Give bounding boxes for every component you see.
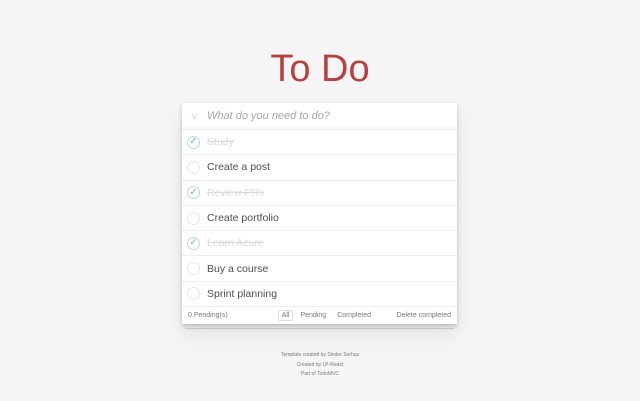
todo-label[interactable]: Sprint planning xyxy=(207,288,277,300)
checkmark-icon: ✓ xyxy=(189,136,198,148)
info-footer: Template created by Sindre Sorhus Create… xyxy=(0,351,640,380)
todo-label[interactable]: Create portfolio xyxy=(207,212,279,224)
todo-item: ✓ Create a post xyxy=(182,155,457,181)
chevron-down-icon[interactable]: ∨ xyxy=(177,111,212,122)
todo-list: ✓ Study ✓ Create a post ✓ Review PRs ✓ C… xyxy=(182,130,457,308)
todo-label[interactable]: Learn Azure xyxy=(207,237,264,249)
todo-label[interactable]: Review PRs xyxy=(207,187,264,199)
filter-pending[interactable]: Pending xyxy=(296,310,330,321)
todo-footer: 0 Pending(s) All Pending Completed Delet… xyxy=(182,307,457,324)
info-part-of: Part of TodoMVC xyxy=(301,371,339,377)
todo-item: ✓ Create portfolio xyxy=(182,206,457,232)
todo-checkbox[interactable]: ✓ xyxy=(187,186,200,200)
new-todo-input[interactable] xyxy=(207,110,457,122)
todo-item: ✓ Review PRs xyxy=(182,181,457,206)
info-template-credit: Template created by Sindre Sorhus xyxy=(280,352,360,358)
todo-checkbox[interactable]: ✓ xyxy=(187,236,200,250)
checkmark-icon: ✓ xyxy=(189,186,198,198)
todo-label[interactable]: Buy a course xyxy=(207,263,268,275)
todo-header: ∨ xyxy=(182,103,457,130)
todo-item: ✓ Study xyxy=(182,130,457,156)
todo-item: ✓ Buy a course xyxy=(182,256,457,282)
app-title: To Do xyxy=(270,48,370,90)
pending-count: 0 Pending(s) xyxy=(188,312,228,320)
todo-app: ∨ ✓ Study ✓ Create a post ✓ Review PRs ✓… xyxy=(182,103,457,329)
todo-checkbox[interactable]: ✓ xyxy=(187,135,200,149)
todo-label[interactable]: Create a post xyxy=(207,161,270,173)
info-created-by: Created by LP-React xyxy=(296,361,344,368)
todo-item: ✓ Learn Azure xyxy=(182,231,457,257)
todo-checkbox[interactable]: ✓ xyxy=(187,160,200,174)
delete-completed-button[interactable]: Delete completed xyxy=(397,312,451,319)
todo-label[interactable]: Study xyxy=(207,136,234,148)
checkmark-icon: ✓ xyxy=(189,237,198,249)
todo-checkbox[interactable]: ✓ xyxy=(187,287,200,301)
filter-all[interactable]: All xyxy=(277,310,294,322)
todo-checkbox[interactable]: ✓ xyxy=(187,211,200,225)
todo-checkbox[interactable]: ✓ xyxy=(187,262,200,276)
todo-item: ✓ Sprint planning xyxy=(182,282,457,308)
filter-completed[interactable]: Completed xyxy=(333,310,375,321)
filter-group: All Pending Completed xyxy=(277,310,375,322)
